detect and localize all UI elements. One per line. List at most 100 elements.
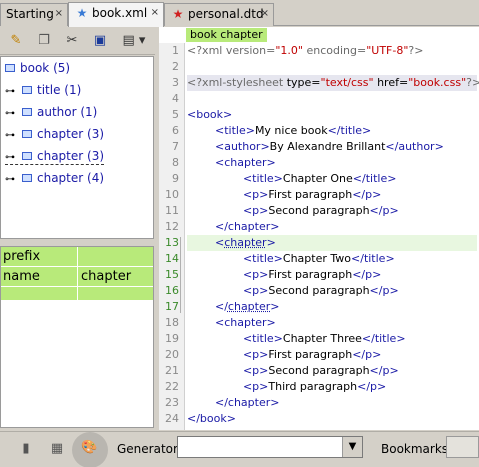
generator-label: Generator [117, 442, 178, 456]
code-line[interactable]: <title>Chapter Two</title> [187, 251, 477, 267]
tree-item[interactable]: ⊶ title (1) [5, 81, 81, 99]
chapter-title-text: Chapter Three [282, 332, 362, 345]
tree-toolbar: ✎ ❐ ✂ ▣ ▤ ▾ [0, 27, 158, 55]
line-number: 18 [165, 316, 179, 329]
line-number: 23 [165, 396, 179, 409]
code-line[interactable]: <chapter> [187, 315, 477, 331]
code-line[interactable]: <title>Chapter Three</title> [187, 331, 477, 347]
expand-icon[interactable]: ⊶ [5, 149, 19, 167]
chevron-down-icon[interactable]: ▼ [342, 437, 362, 457]
line-number: 22 [165, 380, 179, 393]
code-line[interactable]: </chapter> [187, 395, 477, 411]
column-divider [77, 247, 78, 267]
tree-item[interactable]: ⊶ chapter (4) [5, 169, 104, 187]
cut-icon[interactable]: ✂ [62, 31, 82, 51]
code-line[interactable]: </chapter> [187, 219, 477, 235]
fold-marker[interactable] [180, 237, 181, 313]
line-number: 1 [172, 44, 179, 57]
line-number: 4 [172, 92, 179, 105]
star-blue-icon: ★ [76, 6, 88, 20]
view-menu-icon[interactable]: ▤ ▾ [118, 31, 150, 51]
code-line[interactable]: <p>Second paragraph</p> [187, 283, 477, 299]
star-red-icon: ★ [172, 7, 184, 21]
tree-root[interactable]: book (5) [5, 59, 70, 77]
code-line[interactable]: <?xml-stylesheet type="text/css" href="b… [187, 75, 479, 91]
name-value[interactable]: chapter [79, 267, 131, 287]
expand-icon[interactable]: ⊶ [5, 127, 19, 145]
prefix-label: prefix [3, 249, 41, 264]
tree-item[interactable]: ⊶ chapter (3) [5, 125, 104, 143]
copy-icon[interactable]: ❐ [34, 31, 54, 51]
paragraph-text: First paragraph [268, 348, 353, 361]
code-line[interactable]: <?xml version="1.0" encoding="UTF-8"?> [187, 43, 477, 59]
breadcrumb[interactable]: book chapter [186, 28, 267, 42]
element-node-icon [22, 173, 32, 182]
code-line[interactable]: <p>First paragraph</p> [187, 267, 477, 283]
element-node-icon [5, 63, 15, 72]
chapter-title-text: Chapter Two [282, 252, 352, 265]
paragraph-text: Second paragraph [268, 364, 370, 377]
generator-select[interactable]: ▼ [177, 436, 363, 458]
code-line[interactable]: <p>Second paragraph</p> [187, 203, 477, 219]
column-divider [77, 267, 78, 287]
code-line[interactable]: <p>Third paragraph</p> [187, 379, 477, 395]
expand-icon[interactable]: ⊶ [5, 83, 19, 101]
element-node-icon [22, 129, 32, 138]
line-number: 10 [165, 188, 179, 201]
tab-starting[interactable]: Starting × [0, 3, 68, 26]
tree-item-selected[interactable]: ⊶ chapter (3) [5, 147, 105, 167]
line-gutter: 1 2 3 4 5 6 7 8 9 10 11 12 13 14 15 16 1… [159, 43, 185, 430]
select-icon[interactable]: ▣ [90, 31, 110, 51]
line-number: 6 [172, 124, 179, 137]
close-icon[interactable]: × [261, 4, 269, 24]
tab-label: Starting [6, 7, 54, 21]
bookmarks-select[interactable] [446, 436, 479, 458]
element-node-icon [22, 85, 32, 94]
tab-personal-dtd[interactable]: ★ personal.dtd × [164, 3, 274, 26]
line-number: 15 [165, 268, 179, 281]
code-line[interactable]: <book> [187, 107, 477, 123]
line-number: 8 [172, 156, 179, 169]
attributes-table: prefix name chapter [0, 246, 154, 428]
tree-item[interactable]: ⊶ author (1) [5, 103, 97, 121]
bookmarks-label: Bookmarks [381, 442, 449, 456]
line-number: 21 [165, 364, 179, 377]
expand-icon[interactable]: ⊶ [5, 171, 19, 189]
code-line[interactable]: <p>First paragraph</p> [187, 347, 477, 363]
tab-book-xml[interactable]: ★ book.xml × [68, 2, 164, 27]
chapter-title-text: Chapter One [282, 172, 353, 185]
paragraph-text: First paragraph [268, 268, 353, 281]
line-number: 16 [165, 284, 179, 297]
code-line[interactable]: <title>Chapter One</title> [187, 171, 477, 187]
element-tree: book (5) ⊶ title (1) ⊶ author (1) ⊶ chapter… [0, 56, 154, 239]
tab-label: personal.dtd [188, 7, 264, 21]
xml-editor[interactable]: book chapter 1 2 3 4 5 6 7 8 9 10 11 12 … [159, 27, 479, 430]
line-number: 14 [165, 252, 179, 265]
line-number: 11 [165, 204, 179, 217]
paragraph-text: First paragraph [268, 188, 353, 201]
page-icon[interactable]: ▮ [18, 441, 34, 457]
code-line[interactable]: <p>First paragraph</p> [187, 187, 477, 203]
line-number: 20 [165, 348, 179, 361]
code-line-current[interactable]: <chapter> [187, 235, 477, 251]
edit-icon[interactable]: ✎ [6, 31, 26, 51]
table-icon[interactable]: ▦ [49, 441, 65, 457]
code-line[interactable]: <p>Second paragraph</p> [187, 363, 477, 379]
element-node-icon [22, 107, 32, 116]
code-line[interactable]: <author>By Alexandre Brillant</author> [187, 139, 477, 155]
line-number: 5 [172, 108, 179, 121]
close-icon[interactable]: × [55, 4, 63, 24]
close-icon[interactable]: × [151, 3, 159, 23]
code-line[interactable]: <chapter> [187, 155, 477, 171]
table-row-empty[interactable] [1, 287, 153, 301]
paragraph-text: Second paragraph [268, 284, 370, 297]
tab-label: book.xml [92, 6, 148, 20]
code-line[interactable]: <title>My nice book</title> [187, 123, 477, 139]
expand-icon[interactable]: ⊶ [5, 105, 19, 123]
table-row[interactable]: prefix [1, 247, 153, 267]
paragraph-text: Second paragraph [268, 204, 370, 217]
code-line[interactable]: </chapter> [187, 299, 477, 315]
spellcheck-button[interactable]: 🎨 [72, 432, 108, 467]
code-line[interactable]: </book> [187, 411, 477, 427]
table-row[interactable]: name chapter [1, 267, 153, 287]
